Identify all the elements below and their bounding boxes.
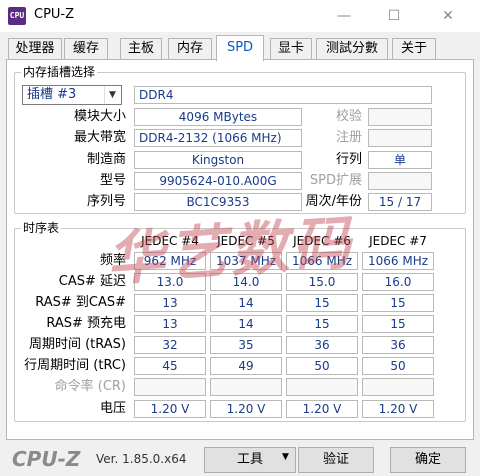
timing-cell: 1.20 V: [362, 400, 434, 418]
version-label: Ver. 1.85.0.x64: [96, 452, 187, 466]
timing-cell: 45: [134, 357, 206, 375]
timing-cell: 13.0: [134, 273, 206, 291]
timing-cell: 1066 MHz: [286, 252, 358, 270]
timing-cell: 16.0: [362, 273, 434, 291]
correction-value: [368, 108, 432, 126]
timing-cell: [286, 378, 358, 396]
timing-column-header: JEDEC #4: [141, 234, 199, 248]
tools-label: 工具: [236, 452, 263, 467]
timing-cell: 50: [362, 357, 434, 375]
timing-cell: 15: [286, 315, 358, 333]
timing-row-label: RAS# 预充电: [46, 316, 126, 331]
timing-cell: 32: [134, 336, 206, 354]
max-bandwidth-value: DDR4-2132 (1066 MHz): [134, 129, 302, 147]
spd-ext-label: SPD扩展: [309, 173, 362, 188]
timing-cell: 15: [286, 294, 358, 312]
spd-ext-value: [368, 172, 432, 190]
tab-bench[interactable]: 测試分數: [316, 38, 388, 60]
timing-cell: 49: [210, 357, 282, 375]
part-number-label: 型号: [99, 173, 126, 188]
correction-label: 校验: [335, 109, 362, 124]
window-title: CPU-Z: [34, 7, 75, 22]
manufacturer-value: Kingston: [134, 151, 302, 169]
tab-spd[interactable]: SPD: [216, 35, 264, 61]
registered-label: 注册: [335, 130, 362, 145]
chevron-down-icon[interactable]: ▼: [282, 452, 289, 462]
timing-cell: [134, 378, 206, 396]
tab-about[interactable]: 关于: [392, 38, 436, 60]
timing-row-label: 命令率 (CR): [54, 379, 126, 394]
timing-cell: 1.20 V: [286, 400, 358, 418]
timing-cell: [362, 378, 434, 396]
timing-cell: 13: [134, 315, 206, 333]
tab-memory[interactable]: 内存: [168, 38, 212, 60]
timing-column-header: JEDEC #5: [217, 234, 275, 248]
tab-processor[interactable]: 处理器: [8, 38, 62, 60]
timing-cell: 15: [362, 315, 434, 333]
timing-cell: 50: [286, 357, 358, 375]
timing-cell: 962 MHz: [134, 252, 206, 270]
close-button[interactable]: ✕: [426, 2, 470, 30]
timing-cell: 15.0: [286, 273, 358, 291]
manufacturer-label: 制造商: [86, 152, 126, 167]
week-year-value: 15 / 17: [368, 193, 432, 211]
timing-cell: 1037 MHz: [210, 252, 282, 270]
maximize-button[interactable]: ☐: [372, 2, 416, 30]
tab-cache[interactable]: 缓存: [64, 38, 108, 60]
timing-cell: 35: [210, 336, 282, 354]
timing-cell: 36: [286, 336, 358, 354]
tab-strip: 处理器 缓存 主板 内存 SPD 显卡 测試分數 关于: [6, 35, 474, 61]
slot-group-title: 内存插槽选择: [21, 64, 98, 80]
chevron-down-icon[interactable]: ▼: [104, 86, 120, 104]
tab-mainboard[interactable]: 主板: [120, 38, 162, 60]
timing-cell: 14.0: [210, 273, 282, 291]
ok-button[interactable]: 确定: [390, 447, 466, 473]
module-size-label: 模块大小: [73, 109, 126, 124]
memory-type-value: DDR4: [134, 86, 432, 104]
cpuz-app-icon: CPU: [8, 7, 26, 25]
timing-cell: 36: [362, 336, 434, 354]
tab-graphics[interactable]: 显卡: [270, 38, 312, 60]
timing-group-title: 时序表: [21, 220, 62, 236]
timing-cell: 15: [362, 294, 434, 312]
part-number-value: 9905624-010.A00G: [134, 172, 302, 190]
week-year-label: 周次/年份: [305, 194, 362, 209]
timing-cell: 1.20 V: [134, 400, 206, 418]
timing-cell: 1.20 V: [210, 400, 282, 418]
ranks-label: 行列: [335, 152, 362, 167]
timing-cell: [210, 378, 282, 396]
timing-cell: 1066 MHz: [362, 252, 434, 270]
minimize-button[interactable]: —: [322, 2, 366, 30]
timing-cell: 13: [134, 294, 206, 312]
timing-row-label: RAS# 到CAS#: [35, 295, 126, 310]
serial-value: BC1C9353: [134, 193, 302, 211]
timing-row-label: CAS# 延迟: [58, 274, 126, 289]
cpuz-logo: CPU-Z: [12, 447, 81, 471]
serial-label: 序列号: [86, 194, 126, 209]
ranks-value: 单: [368, 151, 432, 169]
timing-row-label: 频率: [99, 253, 126, 268]
timing-cell: 14: [210, 315, 282, 333]
timing-column-header: JEDEC #7: [369, 234, 427, 248]
validate-button[interactable]: 验证: [298, 447, 374, 473]
timing-row-label: 周期时间 (tRAS): [28, 337, 126, 352]
timing-row-label: 电压: [99, 401, 126, 416]
timing-cell: 14: [210, 294, 282, 312]
module-size-value: 4096 MBytes: [134, 108, 302, 126]
timing-column-header: JEDEC #6: [293, 234, 351, 248]
timing-row-label: 行周期时间 (tRC): [24, 358, 126, 373]
registered-value: [368, 129, 432, 147]
max-bandwidth-label: 最大带宽: [73, 130, 126, 145]
